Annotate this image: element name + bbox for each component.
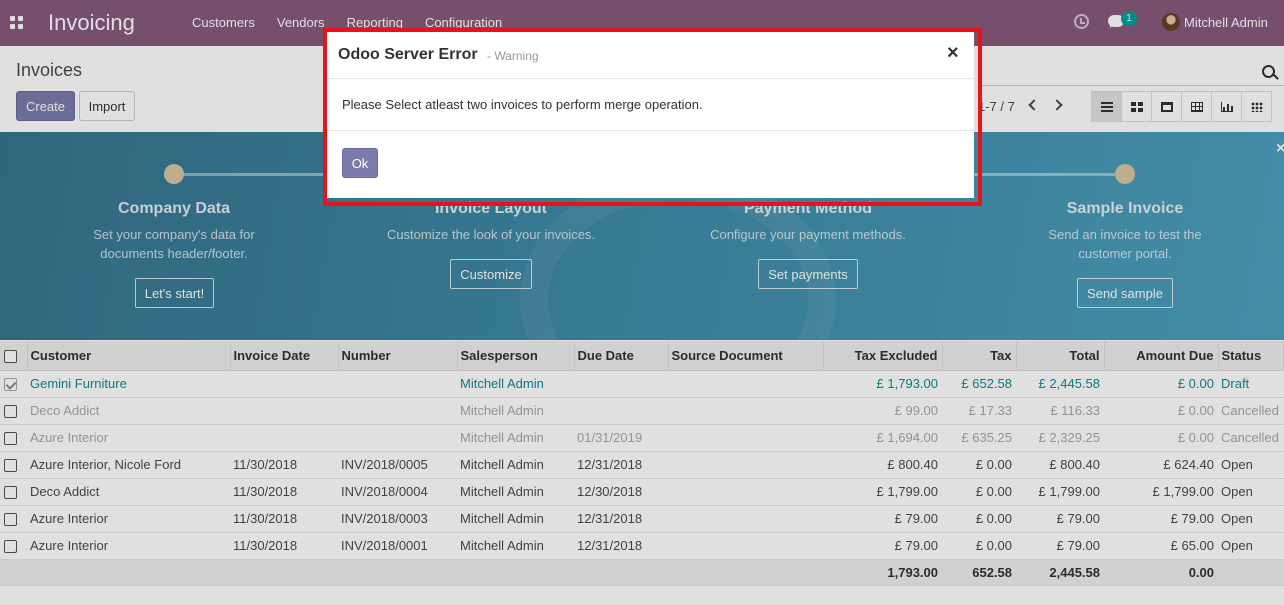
dialog-title: Odoo Server Error bbox=[338, 46, 478, 63]
dialog-subtitle: - Warning bbox=[487, 49, 539, 63]
error-dialog: Odoo Server Error - Warning × Please Sel… bbox=[327, 32, 974, 198]
ok-button[interactable]: Ok bbox=[342, 148, 378, 178]
dialog-message: Please Select atleast two invoices to pe… bbox=[342, 97, 703, 112]
dialog-footer: Ok bbox=[327, 130, 974, 198]
dialog-close-icon[interactable]: × bbox=[947, 42, 959, 65]
dialog-header: Odoo Server Error - Warning × bbox=[327, 32, 974, 79]
